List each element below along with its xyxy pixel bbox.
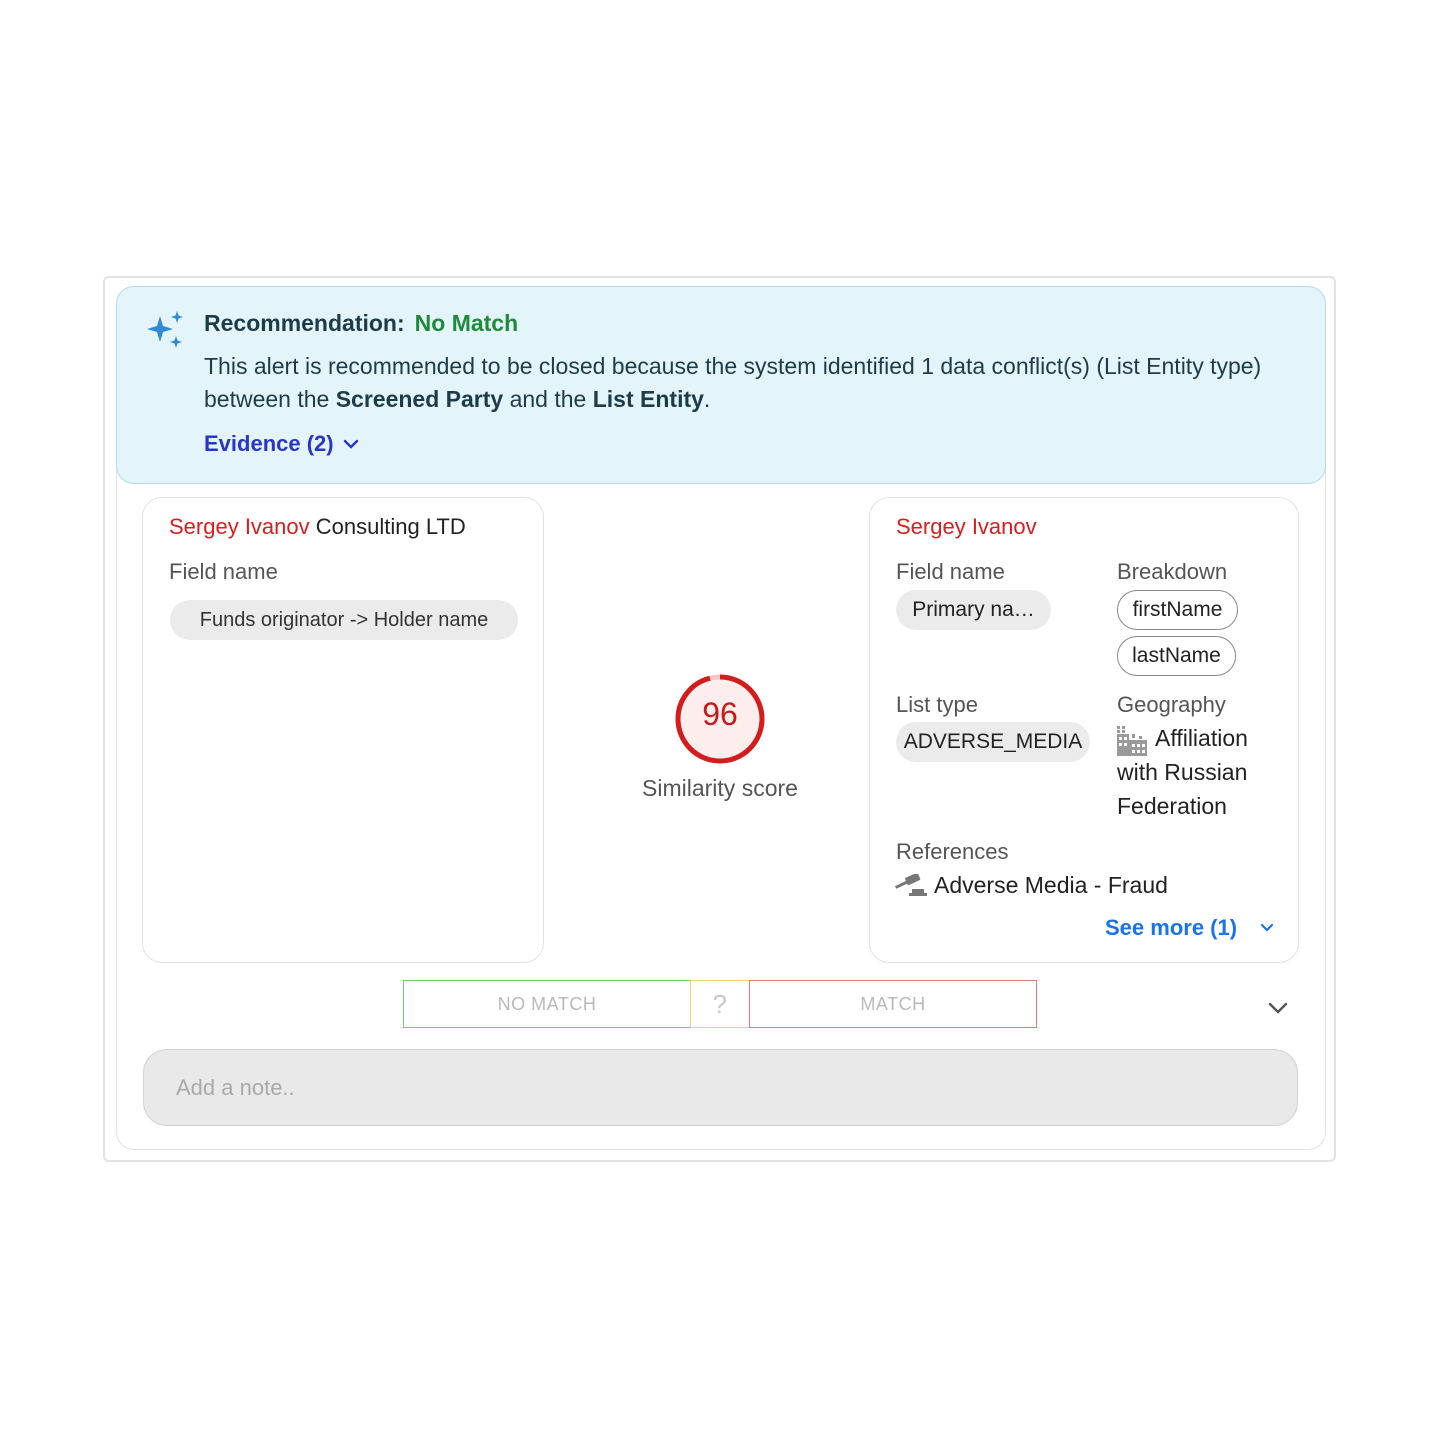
similarity-score-label: Similarity score bbox=[642, 775, 798, 801]
list-type-chip: ADVERSE_MEDIA bbox=[896, 722, 1090, 762]
chevron-down-icon bbox=[343, 439, 358, 449]
breakdown-label: Breakdown bbox=[1117, 559, 1228, 584]
similarity-score-value: 96 bbox=[702, 696, 738, 732]
chevron-down-icon bbox=[1260, 923, 1274, 932]
unsure-button[interactable]: ? bbox=[690, 980, 750, 1028]
evidence-label: Evidence (2) bbox=[204, 431, 334, 456]
recommendation-title: Recommendation: No Match bbox=[204, 310, 518, 337]
field-name-chip: Funds originator -> Holder name bbox=[170, 600, 518, 640]
geography-value-line1: Affiliation bbox=[1155, 725, 1248, 751]
evidence-toggle[interactable]: Evidence (2) bbox=[204, 431, 360, 457]
expand-chevron-icon[interactable] bbox=[1266, 998, 1290, 1018]
geography-label: Geography bbox=[1117, 692, 1226, 717]
gavel-icon bbox=[895, 874, 927, 896]
note-input[interactable]: Add a note.. bbox=[143, 1049, 1298, 1126]
see-more-label: See more (1) bbox=[1105, 915, 1238, 940]
recommendation-label: Recommendation: bbox=[204, 310, 405, 336]
screened-party-name: Sergey Ivanov Consulting LTD bbox=[169, 514, 466, 540]
building-icon bbox=[1117, 726, 1147, 756]
list-entity-term: List Entity bbox=[592, 386, 704, 412]
matched-name-highlight: Sergey Ivanov bbox=[169, 514, 310, 539]
recommendation-text-part: and the bbox=[503, 386, 593, 412]
references-label: References bbox=[896, 839, 1009, 864]
list-entity-name: Sergey Ivanov bbox=[896, 514, 1037, 539]
breakdown-chip-lastname: lastName bbox=[1117, 636, 1236, 676]
recommendation-status: No Match bbox=[414, 310, 519, 336]
no-match-button[interactable]: NO MATCH bbox=[403, 980, 691, 1028]
geography-value-line3: Federation bbox=[1117, 793, 1227, 819]
field-name-label: Field name bbox=[896, 559, 1005, 584]
breakdown-chip-firstname: firstName bbox=[1117, 590, 1238, 630]
geography-value-line2: with Russian bbox=[1117, 759, 1248, 785]
recommendation-text-part: . bbox=[703, 386, 711, 412]
match-button[interactable]: MATCH bbox=[749, 980, 1037, 1028]
field-name-chip: Primary na… bbox=[896, 590, 1051, 630]
list-type-label: List type bbox=[896, 692, 978, 717]
recommendation-text: This alert is recommended to be closed b… bbox=[204, 350, 1284, 416]
screened-party-name-rest: Consulting LTD bbox=[309, 514, 466, 539]
screened-party-term: Screened Party bbox=[335, 386, 504, 412]
see-more-toggle[interactable]: See more (1) bbox=[1105, 915, 1275, 941]
reference-value: Adverse Media - Fraud bbox=[934, 872, 1168, 898]
sparkle-icon bbox=[147, 311, 183, 348]
field-name-label: Field name bbox=[169, 559, 278, 584]
